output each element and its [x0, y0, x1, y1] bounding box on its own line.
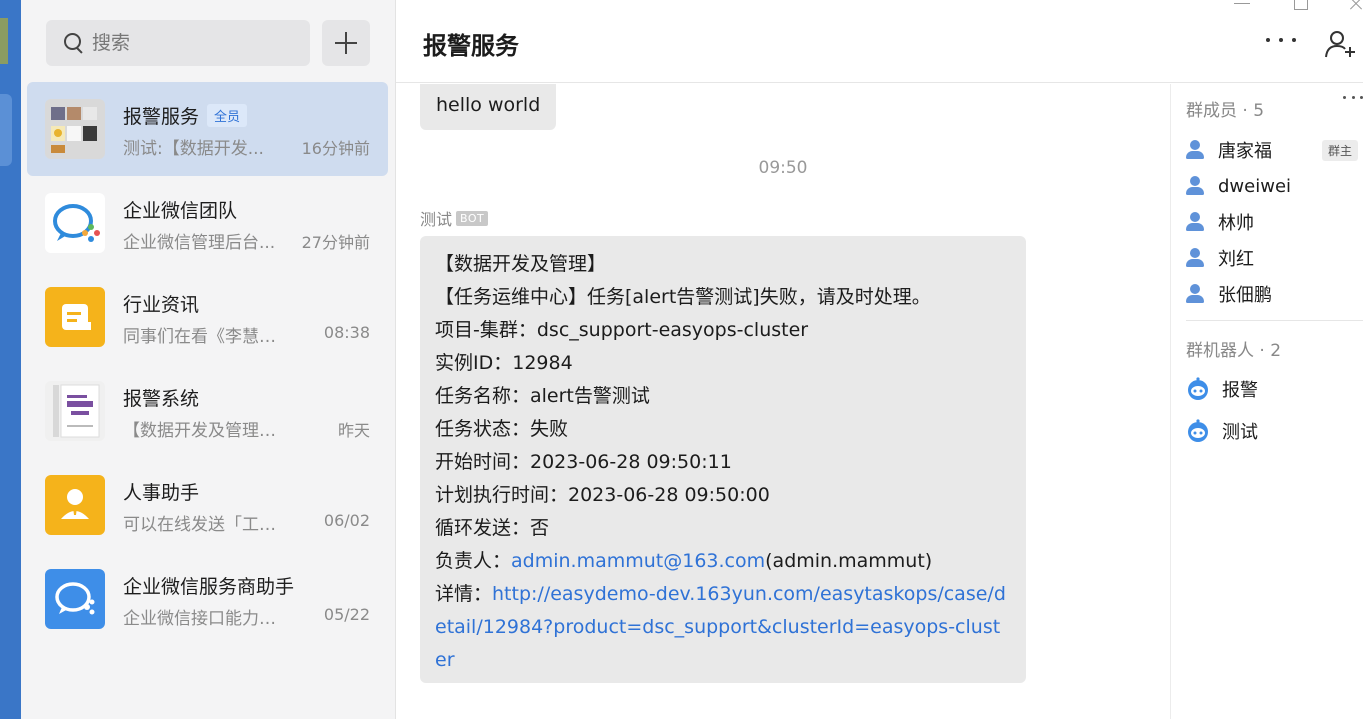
members-title: 群成员 · 5: [1186, 101, 1265, 121]
chat-name: 报警系统: [123, 388, 200, 410]
conversation-panel: 报警服务 hello world 09:50 测试 BOT 【数据开发及管理】 …: [396, 0, 1363, 719]
robot-icon: [1188, 377, 1208, 400]
chat-name: 报警服务: [123, 106, 200, 128]
minimize-icon[interactable]: [1234, 0, 1250, 4]
msg-line: 任务名称：alert告警测试: [435, 385, 650, 407]
divider: [1186, 320, 1363, 321]
msg-line: 循环发送：否: [435, 517, 550, 539]
hr-person-icon: [45, 475, 105, 535]
close-icon[interactable]: [1348, 0, 1362, 10]
chat-preview: 企业微信管理后台...: [123, 233, 276, 253]
plus-icon: [335, 32, 357, 54]
chat-preview: 测试:【数据开发...: [123, 139, 264, 159]
chat-time: 27分钟前: [301, 233, 370, 252]
chat-time: 16分钟前: [301, 139, 370, 158]
chat-time: 06/02: [323, 511, 370, 530]
chat-preview: 企业微信接口能力升...: [123, 609, 283, 629]
chat-name: 行业资讯: [123, 294, 200, 316]
person-computer-icon: [1186, 212, 1204, 232]
book-cover-icon: [45, 381, 105, 441]
chat-list-panel: 报警服务 全员 测试:【数据开发... 16分钟前 企业微信团队 企业微信管理后…: [21, 0, 396, 719]
maximize-icon[interactable]: [1294, 0, 1308, 10]
msg-line: 任务状态：失败: [435, 418, 569, 440]
chat-time: 08:38: [323, 323, 370, 342]
group-info-panel: 群成员 · 5 唐家福 群主 dweiwei 林帅 刘红 张佃鹏 群机器人 · …: [1170, 84, 1363, 719]
more-options-icon[interactable]: [1266, 38, 1296, 46]
chat-name: 企业微信服务商助手: [123, 576, 295, 598]
conversation-header: 报警服务: [396, 0, 1363, 83]
chat-name: 人事助手: [123, 482, 200, 504]
msg-line: 项目-集群：dsc_support-easyops-cluster: [435, 319, 809, 341]
message-bubble[interactable]: hello world: [420, 84, 557, 130]
msg-line: 计划执行时间：2023-06-28 09:50:00: [435, 484, 770, 506]
chat-time: 05/22: [323, 605, 370, 624]
search-icon: [64, 33, 84, 53]
nav-strip: [0, 0, 21, 719]
search-box[interactable]: [46, 20, 310, 66]
news-icon: [45, 287, 105, 347]
robot-icon: [1188, 419, 1208, 442]
member-item[interactable]: 张佃鹏: [1186, 280, 1361, 308]
chat-preview: 可以在线发送「工资...: [123, 515, 283, 535]
group-avatar: [45, 99, 105, 159]
robot-item[interactable]: 报警: [1186, 374, 1258, 404]
message-timestamp: 09:50: [758, 158, 808, 178]
chat-time: 昨天: [337, 421, 370, 440]
owner-badge: 群主: [1321, 139, 1358, 161]
chat-preview: 【数据开发及管理】【...: [123, 421, 283, 441]
detail-url-link[interactable]: http://easydemo-dev.163yun.com/easytasko…: [435, 583, 1006, 671]
person-icon: [1186, 140, 1204, 160]
wecom-provider-icon: [45, 569, 105, 629]
msg-line: 【数据开发及管理】: [435, 253, 607, 275]
add-member-icon[interactable]: [1325, 30, 1357, 58]
chat-item-alarm-service[interactable]: 报警服务 全员 测试:【数据开发... 16分钟前: [27, 82, 388, 176]
chat-preview: 同事们在看《李慧镝...: [123, 327, 283, 347]
owner-label: 负责人：: [435, 550, 512, 572]
member-item[interactable]: dweiwei: [1186, 172, 1361, 200]
search-input[interactable]: [92, 32, 272, 54]
robot-item[interactable]: 测试: [1186, 416, 1258, 446]
member-name: 唐家福: [1218, 141, 1272, 162]
bot-badge: BOT: [456, 210, 489, 226]
robots-title: 群机器人 · 2: [1186, 341, 1282, 361]
robot-name: 报警: [1222, 380, 1258, 401]
chat-name: 企业微信团队: [123, 200, 238, 222]
owner-email-link[interactable]: admin.mammut@163.com: [511, 550, 765, 572]
member-name: 刘红: [1218, 249, 1254, 270]
member-item[interactable]: 林帅: [1186, 208, 1361, 236]
chat-item-hr-assistant[interactable]: 人事助手 可以在线发送「工资... 06/02: [27, 458, 388, 552]
member-name: dweiwei: [1218, 175, 1292, 197]
page-title: 报警服务: [423, 32, 519, 60]
msg-line: 开始时间：2023-06-28 09:50:11: [435, 451, 732, 473]
msg-line: 【任务运维中心】任务[alert告警测试]失败，请及时处理。: [435, 286, 931, 308]
message-list[interactable]: hello world 09:50 测试 BOT 【数据开发及管理】 【任务运维…: [396, 84, 1170, 719]
wecom-logo-icon: [45, 193, 105, 253]
member-item[interactable]: 唐家福 群主: [1186, 136, 1361, 164]
member-name: 张佃鹏: [1218, 285, 1272, 306]
user-avatar[interactable]: [0, 18, 8, 64]
member-item[interactable]: 刘红: [1186, 244, 1361, 272]
member-name: 林帅: [1218, 213, 1254, 234]
detail-label: 详情：: [435, 583, 493, 605]
robot-name: 测试: [1222, 422, 1258, 443]
person-icon: [1186, 284, 1204, 304]
person-icon: [1186, 248, 1204, 268]
chat-item-wecom-team[interactable]: 企业微信团队 企业微信管理后台... 27分钟前: [27, 176, 388, 270]
all-members-badge: 全员: [207, 104, 248, 127]
owner-line: 负责人：admin.mammut@163.com(admin.mammut): [435, 545, 1011, 578]
detail-line: 详情：http://easydemo-dev.163yun.com/easyta…: [435, 578, 1011, 677]
owner-suffix: (admin.mammut): [765, 550, 933, 572]
person-icon: [1186, 176, 1204, 196]
chat-item-wecom-provider-assistant[interactable]: 企业微信服务商助手 企业微信接口能力升... 05/22: [27, 552, 388, 646]
members-more-icon[interactable]: [1343, 96, 1363, 99]
chat-item-alarm-system[interactable]: 报警系统 【数据开发及管理】【... 昨天: [27, 364, 388, 458]
chat-item-industry-news[interactable]: 行业资讯 同事们在看《李慧镝... 08:38: [27, 270, 388, 364]
sender-label: 测试: [420, 210, 453, 229]
msg-line: 实例ID：12984: [435, 352, 573, 374]
sender-name: 测试 BOT: [420, 206, 489, 230]
nav-messages-active[interactable]: [0, 94, 12, 166]
alert-message-bubble[interactable]: 【数据开发及管理】 【任务运维中心】任务[alert告警测试]失败，请及时处理。…: [420, 236, 1026, 683]
add-button[interactable]: [322, 20, 370, 66]
